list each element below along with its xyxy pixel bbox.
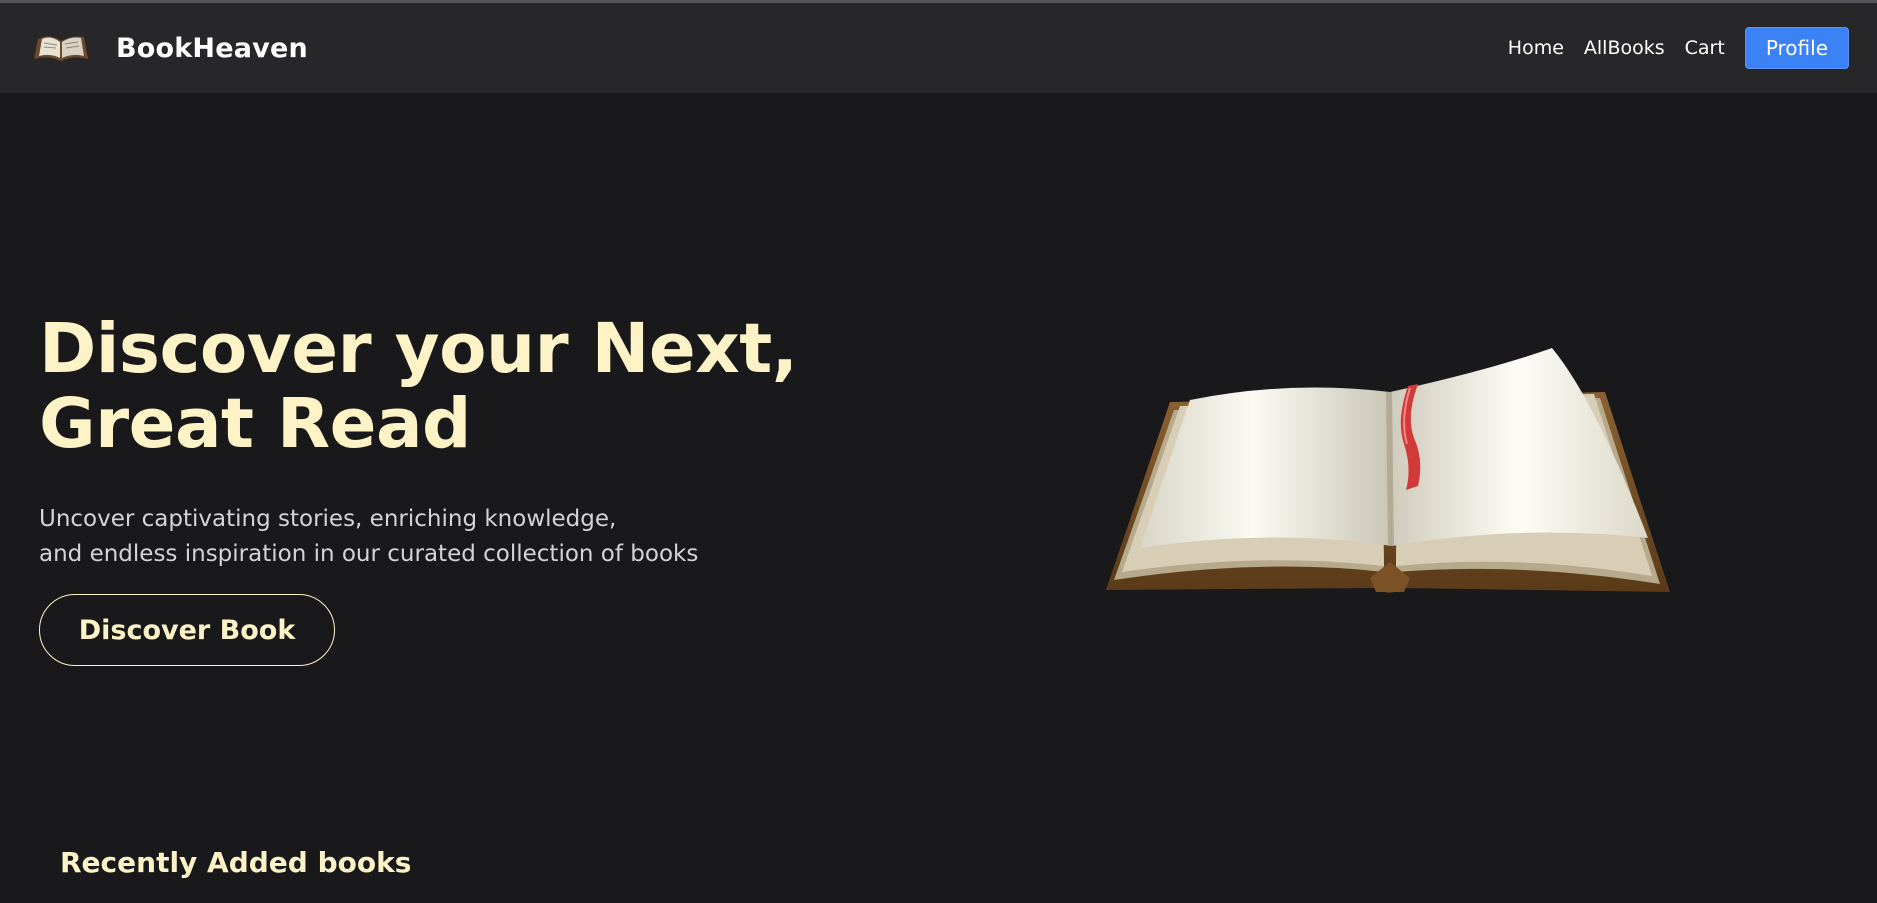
brand-name: BookHeaven — [116, 32, 308, 64]
open-book-icon — [34, 36, 88, 61]
brand[interactable]: BookHeaven — [32, 31, 308, 65]
open-book-illustration — [1106, 348, 1670, 593]
navbar: BookHeaven Home AllBooks Cart Profile — [0, 3, 1877, 93]
recently-added-heading: Recently Added books — [60, 846, 412, 879]
profile-button[interactable]: Profile — [1744, 27, 1849, 69]
hero-subtitle-line-1: Uncover captivating stories, enriching k… — [39, 506, 617, 532]
nav-link-cart[interactable]: Cart — [1685, 37, 1725, 59]
hero-title: Discover your Next, Great Read — [39, 309, 798, 464]
hero-subtitle-line-2: and endless inspiration in our curated c… — [39, 541, 699, 567]
hero-title-line-1: Discover your Next, — [39, 309, 798, 389]
hero-title-line-2: Great Read — [39, 384, 471, 464]
nav-links: Home AllBooks Cart Profile — [1488, 3, 1849, 93]
discover-book-button[interactable]: Discover Book — [39, 594, 335, 666]
nav-link-home[interactable]: Home — [1508, 37, 1564, 59]
hero-subtitle: Uncover captivating stories, enriching k… — [39, 502, 698, 572]
nav-link-allbooks[interactable]: AllBooks — [1584, 37, 1665, 59]
